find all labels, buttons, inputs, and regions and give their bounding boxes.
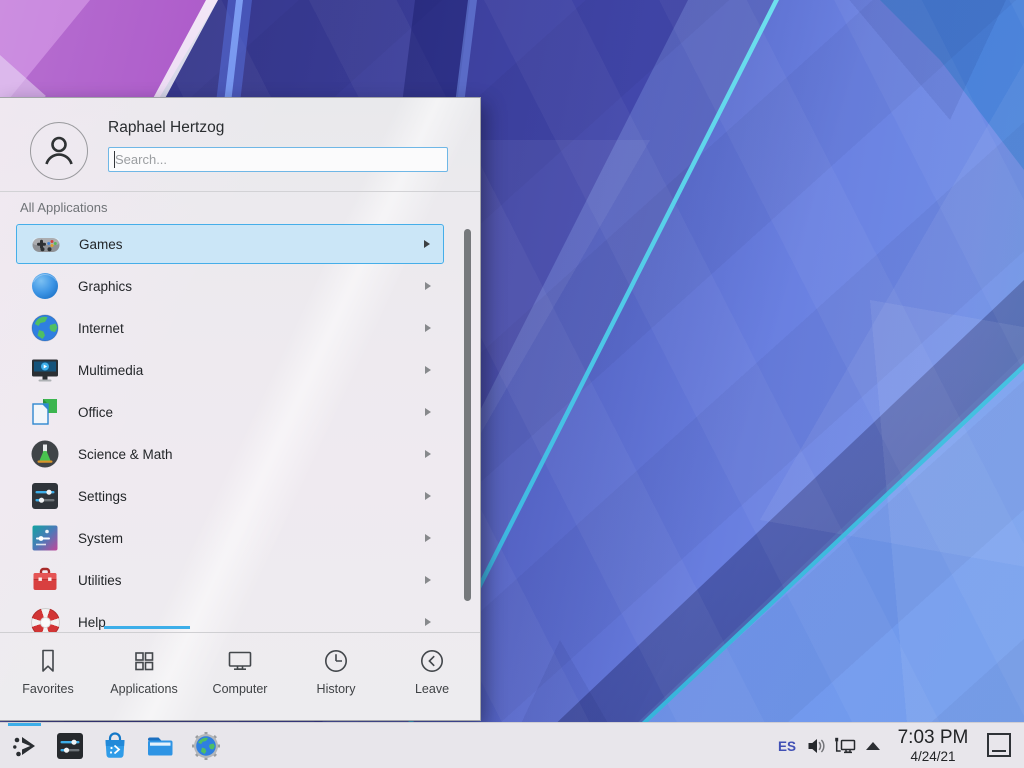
folder-icon: [144, 730, 176, 762]
speaker-icon: [806, 736, 826, 756]
discover-launcher[interactable]: [99, 730, 131, 762]
submenu-arrow-icon: [425, 576, 431, 584]
active-tab-indicator: [104, 626, 190, 629]
tab-favorites[interactable]: Favorites: [0, 633, 96, 722]
tab-label: Leave: [415, 682, 449, 696]
user-icon: [39, 131, 79, 171]
category-label: Science & Math: [78, 447, 425, 462]
tab-label: Favorites: [22, 682, 73, 696]
scrollbar-thumb[interactable]: [464, 229, 471, 601]
computer-icon: [225, 646, 255, 676]
category-item-graphics[interactable]: Graphics: [16, 265, 444, 307]
tab-leave[interactable]: Leave: [384, 633, 480, 722]
user-name: Raphael Hertzog: [108, 119, 224, 137]
application-launcher-button[interactable]: [9, 730, 41, 762]
submenu-arrow-icon: [425, 282, 431, 290]
shopping-bag-icon: [99, 730, 131, 762]
category-label: Multimedia: [78, 363, 425, 378]
games-icon: [30, 228, 62, 260]
submenu-arrow-icon: [425, 408, 431, 416]
category-item-help[interactable]: Help: [16, 601, 444, 632]
graphics-icon: [29, 270, 61, 302]
volume-tray-item[interactable]: [806, 736, 826, 761]
leave-icon: [417, 646, 447, 676]
category-label: Settings: [78, 489, 425, 504]
globe-gear-icon: [190, 730, 222, 762]
network-tray-item[interactable]: [833, 736, 857, 761]
submenu-arrow-icon: [424, 240, 430, 248]
tab-label: Computer: [213, 682, 268, 696]
office-icon: [29, 396, 61, 428]
history-icon: [321, 646, 351, 676]
submenu-arrow-icon: [425, 450, 431, 458]
show-desktop-button[interactable]: [987, 733, 1011, 757]
clock-date: 4/24/21: [890, 750, 976, 764]
taskbar: ES 7:03 PM 4/24/21: [0, 722, 1024, 768]
text-cursor: [114, 151, 115, 168]
tab-computer[interactable]: Computer: [192, 633, 288, 722]
science-math-icon: [29, 438, 61, 470]
category-label: Graphics: [78, 279, 425, 294]
applications-icon: [129, 646, 159, 676]
favorites-icon: [33, 646, 63, 676]
tab-label: Applications: [110, 682, 177, 696]
expand-tray-icon[interactable]: [866, 742, 880, 750]
sliders-icon: [54, 730, 86, 762]
category-item-internet[interactable]: Internet: [16, 307, 444, 349]
submenu-arrow-icon: [425, 618, 431, 626]
header-separator: [0, 191, 480, 192]
application-launcher-menu: Raphael Hertzog All Applications Gam: [0, 97, 481, 721]
category-item-system[interactable]: System: [16, 517, 444, 559]
user-avatar: [30, 122, 88, 180]
category-label: Games: [79, 237, 424, 252]
multimedia-icon: [29, 354, 61, 386]
category-item-multimedia[interactable]: Multimedia: [16, 349, 444, 391]
utilities-icon: [29, 564, 61, 596]
category-item-settings[interactable]: Settings: [16, 475, 444, 517]
active-task-indicator: [8, 723, 41, 726]
tab-history[interactable]: History: [288, 633, 384, 722]
keyboard-layout-indicator[interactable]: ES: [778, 723, 796, 768]
category-label: Office: [78, 405, 425, 420]
menu-tab-bar: Favorites Applications Computer: [0, 632, 480, 722]
web-browser-launcher[interactable]: [190, 730, 222, 762]
submenu-arrow-icon: [425, 534, 431, 542]
submenu-arrow-icon: [425, 324, 431, 332]
section-label: All Applications: [20, 200, 107, 215]
help-icon: [29, 606, 61, 632]
search-input[interactable]: [108, 147, 448, 172]
category-item-science-math[interactable]: Science & Math: [16, 433, 444, 475]
clock-time: 7:03 PM: [890, 728, 976, 747]
internet-icon: [29, 312, 61, 344]
category-label: Internet: [78, 321, 425, 336]
category-item-utilities[interactable]: Utilities: [16, 559, 444, 601]
digital-clock[interactable]: 7:03 PM 4/24/21: [890, 723, 976, 768]
settings-icon: [29, 480, 61, 512]
desktop: Raphael Hertzog All Applications Gam: [0, 0, 1024, 768]
category-label: Utilities: [78, 573, 425, 588]
system-icon: [29, 522, 61, 554]
category-item-office[interactable]: Office: [16, 391, 444, 433]
tab-label: History: [317, 682, 356, 696]
network-icon: [833, 736, 857, 756]
system-settings-launcher[interactable]: [54, 730, 86, 762]
file-manager-launcher[interactable]: [144, 730, 176, 762]
submenu-arrow-icon: [425, 492, 431, 500]
category-item-games[interactable]: Games: [16, 224, 444, 264]
category-label: System: [78, 531, 425, 546]
tab-applications[interactable]: Applications: [96, 633, 192, 722]
kde-launcher-icon: [9, 730, 41, 762]
category-list: Games Graphics: [0, 223, 480, 632]
submenu-arrow-icon: [425, 366, 431, 374]
